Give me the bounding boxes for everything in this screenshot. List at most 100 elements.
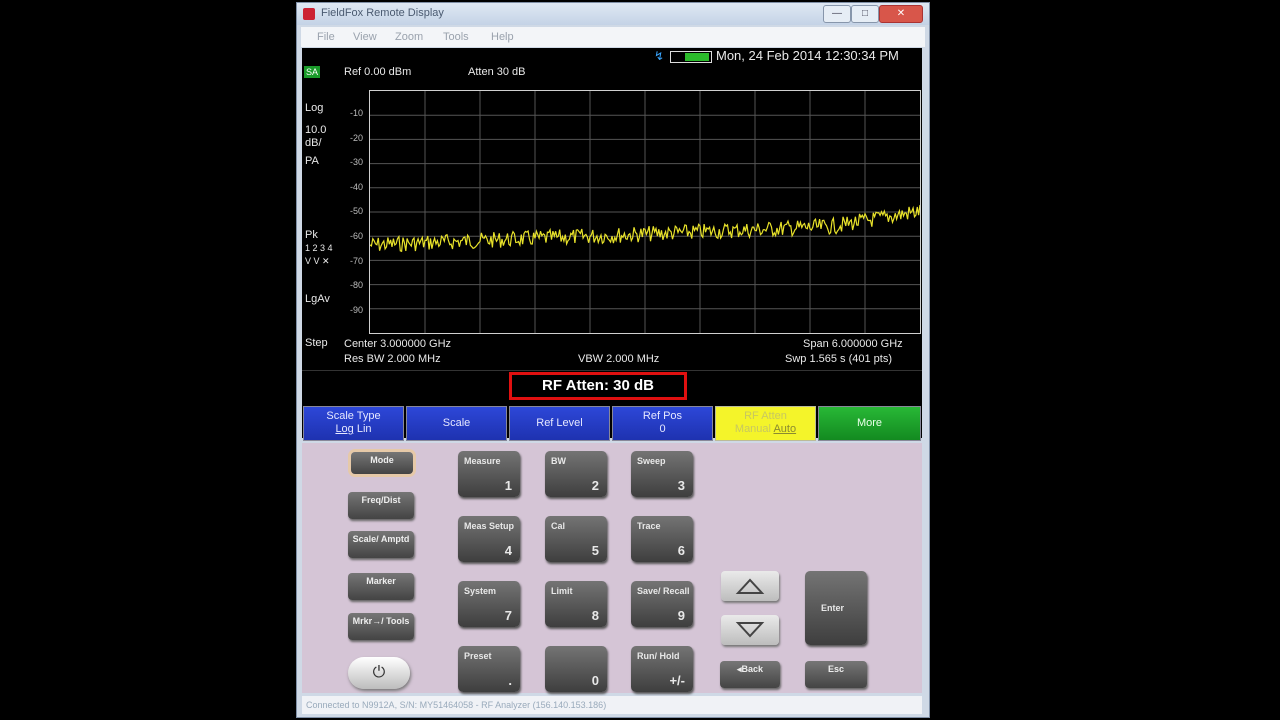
down-arrow-icon <box>735 622 765 638</box>
rf-atten-status: RF Atten: 30 dB <box>509 372 687 400</box>
key-number: 3 <box>677 478 685 493</box>
key-label: System <box>464 586 497 596</box>
keypad-key-0[interactable]: 0 <box>545 646 607 692</box>
battery-icon <box>670 51 712 63</box>
key-number: 0 <box>591 673 599 688</box>
y-tick-label: -40 <box>350 181 364 192</box>
vbw-readout: VBW 2.000 MHz <box>578 353 660 365</box>
menu-view[interactable]: View <box>353 31 377 43</box>
y-tick-label: -80 <box>350 280 364 291</box>
menu-bar: File View Zoom Tools Help <box>301 27 925 47</box>
detector-indicator: Pk <box>305 229 318 241</box>
key-label: Cal <box>551 521 566 531</box>
softkey-option-log: Log <box>335 423 354 435</box>
res-bw-readout: Res BW 2.000 MHz <box>344 353 441 365</box>
y-tick-label: -20 <box>350 132 364 143</box>
marker-tools-key[interactable]: Mrkr→/ Tools <box>348 613 414 640</box>
spectrum-graph <box>369 91 921 333</box>
scale-mode: Log <box>305 102 324 114</box>
menu-zoom[interactable]: Zoom <box>395 31 423 43</box>
softkey-value: 0 <box>659 423 666 435</box>
enter-key[interactable]: Enter <box>805 571 867 645</box>
back-key[interactable]: ◂Back <box>720 661 780 688</box>
app-icon <box>303 8 315 20</box>
key-label: Save/ Recall <box>637 586 690 596</box>
key-label: Limit <box>551 586 573 596</box>
window-title: FieldFox Remote Display <box>321 7 444 19</box>
softkey-option-manual: Manual <box>734 423 774 435</box>
spectrum-plot <box>369 90 921 334</box>
keypad-key-6[interactable]: Trace 6 <box>631 516 693 562</box>
analyzer-screen: SA Ref 0.00 dBm Atten 30 dB ↯ Mon, 24 Fe… <box>302 48 922 441</box>
keypad-key-2[interactable]: BW 2 <box>545 451 607 497</box>
key-number: 9 <box>677 608 685 623</box>
scale-amptd-key[interactable]: Scale/ Amptd <box>348 531 414 558</box>
key-number: 2 <box>591 478 599 493</box>
keypad-key-dot[interactable]: Preset. <box>458 646 520 692</box>
keypad-key-7[interactable]: System 7 <box>458 581 520 627</box>
power-button[interactable]: ⏻ <box>348 657 410 689</box>
datetime: Mon, 24 Feb 2014 12:30:34 PM <box>716 48 899 63</box>
y-tick-label: -90 <box>350 304 364 315</box>
key-number: 8 <box>591 608 599 623</box>
menu-file[interactable]: File <box>317 31 335 43</box>
softkey-bar: Scale Type Log Lin Scale Ref Level Ref P… <box>302 406 922 442</box>
keypad-key-sign[interactable]: Run/ Hold +/- <box>631 646 693 692</box>
keypad-key-8[interactable]: Limit 8 <box>545 581 607 627</box>
average-indicator: LgAv <box>305 293 330 305</box>
key-label: Preset <box>464 651 492 661</box>
key-label: BW <box>551 456 566 466</box>
key-label: Trace <box>637 521 661 531</box>
down-arrow-key[interactable] <box>721 615 779 645</box>
softkey-scale[interactable]: Scale <box>406 406 507 441</box>
minimize-button[interactable]: — <box>823 5 851 23</box>
softkey-label: RF Atten <box>744 410 787 422</box>
softkey-scale-type[interactable]: Scale Type Log Lin <box>303 406 404 441</box>
up-arrow-icon <box>735 578 765 594</box>
softkey-rf-atten[interactable]: RF Atten Manual Auto <box>715 406 816 441</box>
enter-label: Enter <box>821 603 845 613</box>
key-label: Meas Setup <box>464 521 515 531</box>
menu-help[interactable]: Help <box>491 31 514 43</box>
key-number: 4 <box>504 543 512 558</box>
keypad-key-3[interactable]: Sweep 3 <box>631 451 693 497</box>
y-tick-label: -60 <box>350 231 364 241</box>
keypad-key-5[interactable]: Cal 5 <box>545 516 607 562</box>
freq-dist-key[interactable]: Freq/Dist <box>348 492 414 519</box>
softkey-ref-pos[interactable]: Ref Pos 0 <box>612 406 713 441</box>
up-arrow-key[interactable] <box>721 571 779 601</box>
softkey-label: Scale Type <box>326 410 381 422</box>
usb-icon: ↯ <box>654 49 665 63</box>
softkey-ref-level[interactable]: Ref Level <box>509 406 610 441</box>
mode-key[interactable]: Mode <box>351 452 413 474</box>
menu-tools[interactable]: Tools <box>443 31 469 43</box>
key-label: Run/ Hold <box>637 651 680 661</box>
esc-key[interactable]: Esc <box>805 661 867 688</box>
trace-modes: V V ✕ <box>305 256 330 266</box>
atten-readout: Atten 30 dB <box>468 66 526 78</box>
softkey-option-lin: Lin <box>353 423 372 435</box>
y-tick-label: -30 <box>350 157 364 168</box>
y-tick-label: -70 <box>350 255 364 266</box>
preamp-indicator: PA <box>305 155 319 167</box>
softkey-label: Ref Pos <box>642 410 683 422</box>
mode-badge: SA <box>304 66 321 78</box>
keypad-key-1[interactable]: Measure 1 <box>458 451 520 497</box>
close-button[interactable]: ✕ <box>879 5 923 23</box>
scale-unit: dB/ <box>305 137 322 149</box>
marker-key[interactable]: Marker <box>348 573 414 600</box>
y-tick-label: -10 <box>350 108 364 118</box>
maximize-button[interactable]: □ <box>851 5 879 23</box>
y-tick-label: -50 <box>350 206 364 217</box>
key-number: 7 <box>504 608 512 623</box>
softkey-option-auto: Auto <box>773 423 797 435</box>
scale-value: 10.0 <box>305 124 327 136</box>
step-indicator: Step <box>305 337 328 349</box>
key-number: 1 <box>504 478 512 493</box>
trace-numbers: 1 2 3 4 <box>305 243 333 253</box>
ref-level-readout: Ref 0.00 dBm <box>344 66 412 78</box>
keypad-key-9[interactable]: Save/ Recall 9 <box>631 581 693 627</box>
softkey-more[interactable]: More <box>818 406 921 441</box>
key-number: 5 <box>591 543 599 558</box>
keypad-key-4[interactable]: Meas Setup 4 <box>458 516 520 562</box>
